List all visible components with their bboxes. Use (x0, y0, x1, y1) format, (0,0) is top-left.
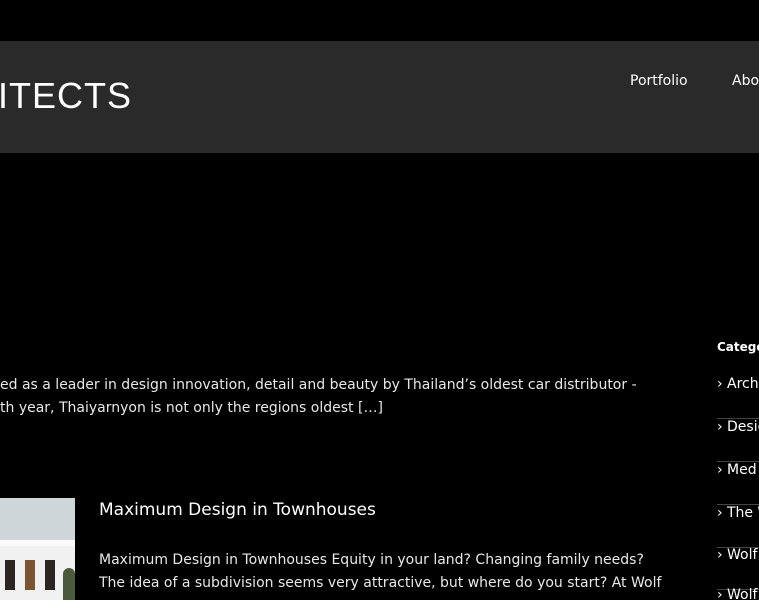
post-body-line-1: Maximum Design in Townhouses Equity in y… (99, 552, 644, 568)
read-more-link[interactable]: […] (358, 400, 383, 416)
post-excerpt: ed as a leader in design innovation, det… (0, 374, 640, 420)
category-label: Arch (727, 376, 759, 392)
post-title-link[interactable]: Maximum Design in Townhouses (99, 500, 376, 520)
chevron-right-icon: › (717, 462, 723, 478)
category-label: Med (727, 462, 757, 478)
post-thumbnail[interactable] (0, 498, 75, 600)
nav-item-about[interactable]: Abo (732, 73, 759, 89)
chevron-right-icon: › (717, 587, 723, 600)
site-header: ITECTS Portfolio Abo (0, 41, 759, 153)
site-logo[interactable]: ITECTS (0, 75, 132, 117)
chevron-right-icon: › (717, 376, 723, 392)
category-label: The W (727, 505, 759, 521)
category-item[interactable]: ›Desig (717, 419, 759, 462)
excerpt-line-2: th year, Thaiyarnyon is not only the reg… (0, 397, 640, 420)
category-label: Wolf (727, 547, 758, 563)
post-body-line-2: The idea of a subdivision seems very att… (99, 575, 662, 591)
category-item[interactable]: › Med (717, 462, 759, 505)
chevron-right-icon: › (717, 505, 723, 521)
category-item[interactable]: › Wolf (717, 547, 759, 590)
post-body: Maximum Design in Townhouses Equity in y… (99, 549, 662, 595)
chevron-right-icon: › (717, 419, 723, 435)
nav-item-portfolio[interactable]: Portfolio (630, 73, 688, 89)
category-item[interactable]: ›The W (717, 505, 759, 548)
sidebar-title: Catego (717, 340, 759, 354)
category-item[interactable]: › Arch (717, 376, 759, 419)
excerpt-line-1: ed as a leader in design innovation, det… (0, 377, 637, 393)
chevron-right-icon: › (717, 547, 723, 563)
sidebar-categories: Catego ›Arch ›Desig ›Med ›The W ›Wolf ›W… (717, 340, 759, 600)
excerpt-line-2-text: th year, Thaiyarnyon is not only the reg… (0, 400, 358, 416)
category-label: Wolf (727, 587, 758, 600)
category-label: Desig (727, 419, 759, 435)
category-item[interactable]: › Wolf (717, 587, 759, 600)
